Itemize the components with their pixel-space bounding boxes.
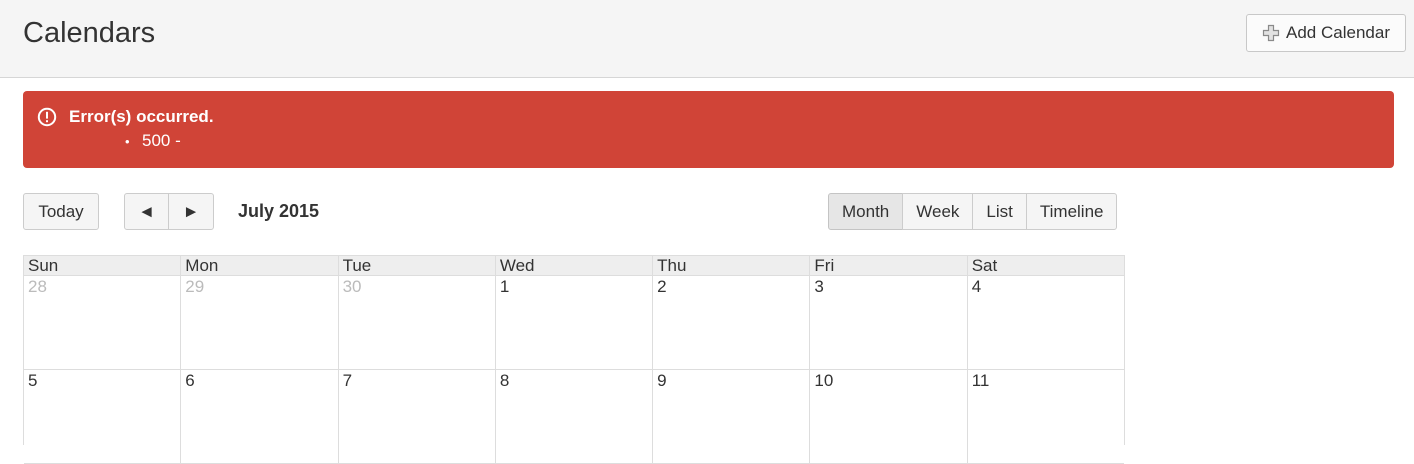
page-header: Calendars Add Calendar — [0, 0, 1414, 78]
day-cell[interactable]: 4 — [966, 276, 1124, 369]
day-header-mon: Mon — [180, 256, 337, 275]
period-title: July 2015 — [238, 201, 320, 221]
day-cell[interactable]: 5 — [24, 370, 180, 463]
day-cell[interactable]: 6 — [180, 370, 337, 463]
day-cell[interactable]: 3 — [809, 276, 966, 369]
view-switcher: Month Week List Timeline — [828, 193, 1118, 230]
day-cell[interactable]: 10 — [809, 370, 966, 463]
today-button[interactable]: Today — [23, 193, 99, 230]
error-alert: Error(s) occurred. • 500 - — [23, 91, 1394, 168]
day-header-tue: Tue — [337, 256, 495, 275]
day-header-sat: Sat — [966, 256, 1124, 275]
day-cell[interactable]: 9 — [652, 370, 809, 463]
timeline-view-button[interactable]: Timeline — [1025, 193, 1118, 230]
month-view-button[interactable]: Month — [828, 193, 904, 230]
next-button[interactable]: ► — [168, 193, 214, 230]
list-view-button[interactable]: List — [972, 193, 1027, 230]
day-cell[interactable]: 7 — [337, 370, 495, 463]
day-cell[interactable]: 1 — [494, 276, 652, 369]
day-cell[interactable]: 11 — [966, 370, 1124, 463]
day-cell[interactable]: 30 — [337, 276, 495, 369]
day-of-week-header: Sun Mon Tue Wed Thu Fri Sat — [24, 255, 1124, 276]
alert-bullet: • — [125, 134, 130, 149]
alert-item: 500 - — [142, 131, 181, 150]
day-cell[interactable]: 29 — [180, 276, 337, 369]
day-header-sun: Sun — [28, 256, 59, 275]
exclamation-circle-icon — [37, 107, 57, 132]
day-header-thu: Thu — [652, 256, 809, 275]
add-calendar-button[interactable]: Add Calendar — [1246, 14, 1406, 52]
alert-title: Error(s) occurred. — [69, 107, 214, 126]
week-view-button[interactable]: Week — [902, 193, 974, 230]
week-row: 28 29 30 1 2 3 4 — [24, 276, 1124, 370]
day-cell[interactable]: 28 — [24, 276, 180, 369]
day-cell[interactable]: 8 — [494, 370, 652, 463]
add-calendar-label: Add Calendar — [1286, 23, 1390, 42]
day-cell[interactable]: 2 — [652, 276, 809, 369]
plus-icon — [1262, 24, 1286, 42]
month-calendar: Sun Mon Tue Wed Thu Fri Sat 28 29 30 1 2… — [23, 255, 1125, 464]
week-row: 5 6 7 8 9 10 11 — [24, 370, 1124, 464]
page-title: Calendars — [23, 17, 156, 49]
prev-button[interactable]: ◄ — [124, 193, 169, 230]
day-header-fri: Fri — [809, 256, 966, 275]
day-header-wed: Wed — [494, 256, 652, 275]
